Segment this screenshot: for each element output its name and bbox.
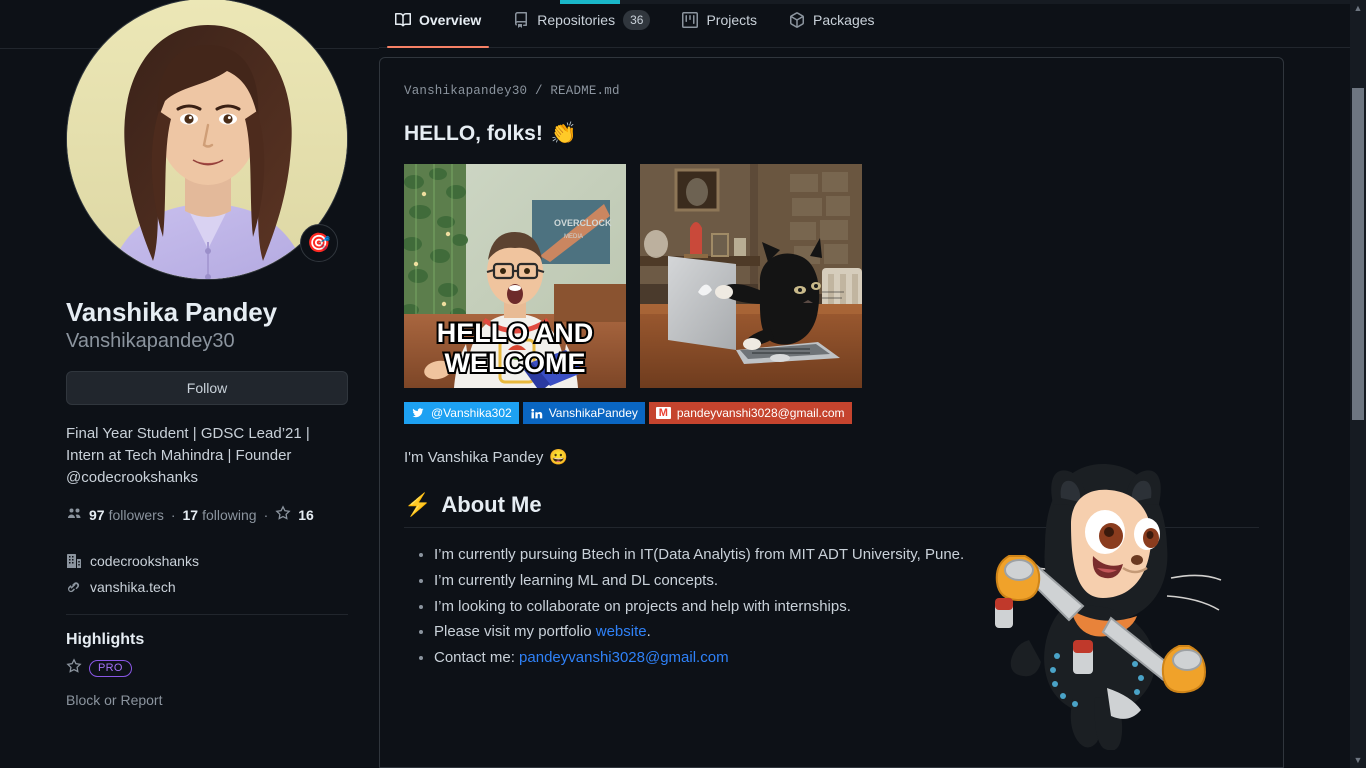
organization-row[interactable]: codecrookshanks <box>66 548 348 574</box>
linkedin-icon <box>530 407 543 420</box>
book-icon <box>395 12 411 28</box>
pro-star-icon <box>66 658 82 679</box>
twitter-icon <box>411 407 425 419</box>
hello-heading-text: HELLO, folks! <box>404 122 543 145</box>
profile-meta: codecrookshanks vanshika.tech <box>66 548 348 600</box>
tab-repositories-label: Repositories <box>537 12 616 28</box>
followers-count[interactable]: 97 <box>89 507 105 523</box>
tab-projects[interactable]: Projects <box>666 3 773 47</box>
twitter-badge[interactable]: @Vanshika302 <box>404 402 519 424</box>
github-profile-page: 🎯 Vanshika Pandey Vanshikapandey30 Follo… <box>0 0 1366 768</box>
about-item-text: I’m looking to collaborate on projects a… <box>434 597 851 615</box>
hello-and-welcome-gif: OVERCLOCK MEDIA HELLO AND WELCOME <box>404 164 626 388</box>
tab-overview-label: Overview <box>419 12 482 28</box>
user-bio: Final Year Student | GDSC Lead’21 | Inte… <box>66 424 310 486</box>
readme-path-owner[interactable]: Vanshikapandey30 <box>404 84 527 98</box>
readme-gif-row: OVERCLOCK MEDIA HELLO AND WELCOME <box>404 164 1259 388</box>
svg-text:HELLO AND: HELLO AND <box>437 318 594 348</box>
profile-sidebar: 🎯 Vanshika Pandey Vanshikapandey30 Follo… <box>0 0 379 768</box>
about-item-text: I’m currently pursuing Btech in IT(Data … <box>434 546 965 563</box>
readme-breadcrumb: Vanshikapandey30 / README.md <box>404 84 1283 98</box>
stats-separator-1: · <box>170 506 176 523</box>
about-me-heading-text: About Me <box>441 492 542 517</box>
user-login: Vanshikapandey30 <box>66 329 235 352</box>
svg-text:WELCOME: WELCOME <box>445 348 586 378</box>
tab-repositories[interactable]: Repositories 36 <box>497 3 666 47</box>
profile-nav-tabs: Overview Repositories 36 Projects Packag… <box>379 4 1366 48</box>
link-icon <box>66 579 82 595</box>
website-row[interactable]: vanshika.tech <box>66 574 348 600</box>
about-item-text: Please visit my portfolio <box>434 623 596 641</box>
follow-button[interactable]: Follow <box>66 370 348 405</box>
repo-icon <box>513 12 529 28</box>
gmail-icon: M <box>655 407 671 419</box>
highlights-pro-row: PRO <box>66 658 348 679</box>
status-badge[interactable]: 🎯 <box>300 224 338 262</box>
star-icon <box>275 505 291 524</box>
high-voltage-icon: ⚡ <box>404 492 432 517</box>
scroll-up-arrow[interactable]: ▲ <box>1350 0 1366 16</box>
about-item-text: I’m currently learning ML and DL concept… <box>434 571 719 589</box>
grinning-face-emoji: 😀 <box>549 449 569 466</box>
package-icon <box>789 12 805 28</box>
hello-heading: HELLO, folks! 👏 <box>404 122 1259 146</box>
readme-path-file[interactable]: README.md <box>550 84 619 98</box>
followers-label[interactable]: followers <box>109 507 164 523</box>
social-badges: @Vanshika302 VanshikaPandey M pandeyvans… <box>404 402 1259 424</box>
scroll-down-arrow[interactable]: ▼ <box>1350 752 1366 768</box>
organization-icon <box>66 553 82 569</box>
tab-overview[interactable]: Overview <box>379 3 497 48</box>
tab-packages-label: Packages <box>813 12 875 28</box>
block-or-report-link[interactable]: Block or Report <box>66 692 348 708</box>
pro-badge: PRO <box>89 660 132 678</box>
contact-email-link[interactable]: pandeyvanshi3028@gmail.com <box>519 649 729 666</box>
following-label[interactable]: following <box>202 507 256 523</box>
stars-count[interactable]: 16 <box>298 507 314 523</box>
about-item-text: Contact me: <box>434 649 520 667</box>
people-icon <box>66 505 82 524</box>
repositories-count: 36 <box>623 10 651 30</box>
profile-details: Vanshika Pandey Vanshikapandey30 Follow … <box>66 296 348 708</box>
clapping-hands-emoji: 👏 <box>550 122 577 145</box>
cat-typing-laptop-gif <box>640 164 862 388</box>
project-icon <box>682 12 699 28</box>
organization-label[interactable]: codecrookshanks <box>90 553 199 569</box>
about-item-suffix: . <box>646 623 651 641</box>
portfolio-website-link[interactable]: website <box>596 623 647 640</box>
gmail-badge[interactable]: M pandeyvanshi3028@gmail.com <box>648 402 852 424</box>
gmail-badge-label: pandeyvanshi3028@gmail.com <box>676 406 845 420</box>
stats-separator-2: · <box>263 506 269 523</box>
page-title: Vanshika Pandey <box>66 297 277 327</box>
svg-text:OVERCLOCK: OVERCLOCK <box>554 218 612 228</box>
twitter-badge-label: @Vanshika302 <box>431 406 512 420</box>
octocat-mascot <box>975 450 1225 751</box>
svg-text:MEDIA: MEDIA <box>564 234 583 240</box>
readme-path-separator: / <box>534 84 543 98</box>
scrollbar-thumb[interactable] <box>1352 88 1364 420</box>
intro-text: I'm Vanshika Pandey <box>404 448 544 466</box>
gmail-m-glyph: M <box>655 407 671 419</box>
profile-stats: 97 followers · 17 following · 16 <box>66 505 348 524</box>
highlights-title: Highlights <box>66 631 145 649</box>
avatar-container[interactable]: 🎯 <box>66 0 348 280</box>
following-count[interactable]: 17 <box>183 507 199 523</box>
highlights-divider <box>66 614 348 616</box>
linkedin-badge-label: VanshikaPandey <box>548 406 638 420</box>
page-scrollbar[interactable]: ▲ ▼ <box>1350 0 1366 768</box>
linkedin-badge[interactable]: VanshikaPandey <box>522 402 645 424</box>
status-emoji: 🎯 <box>307 232 331 254</box>
website-label[interactable]: vanshika.tech <box>90 579 176 595</box>
tab-packages[interactable]: Packages <box>773 3 890 47</box>
tab-projects-label: Projects <box>706 12 758 28</box>
